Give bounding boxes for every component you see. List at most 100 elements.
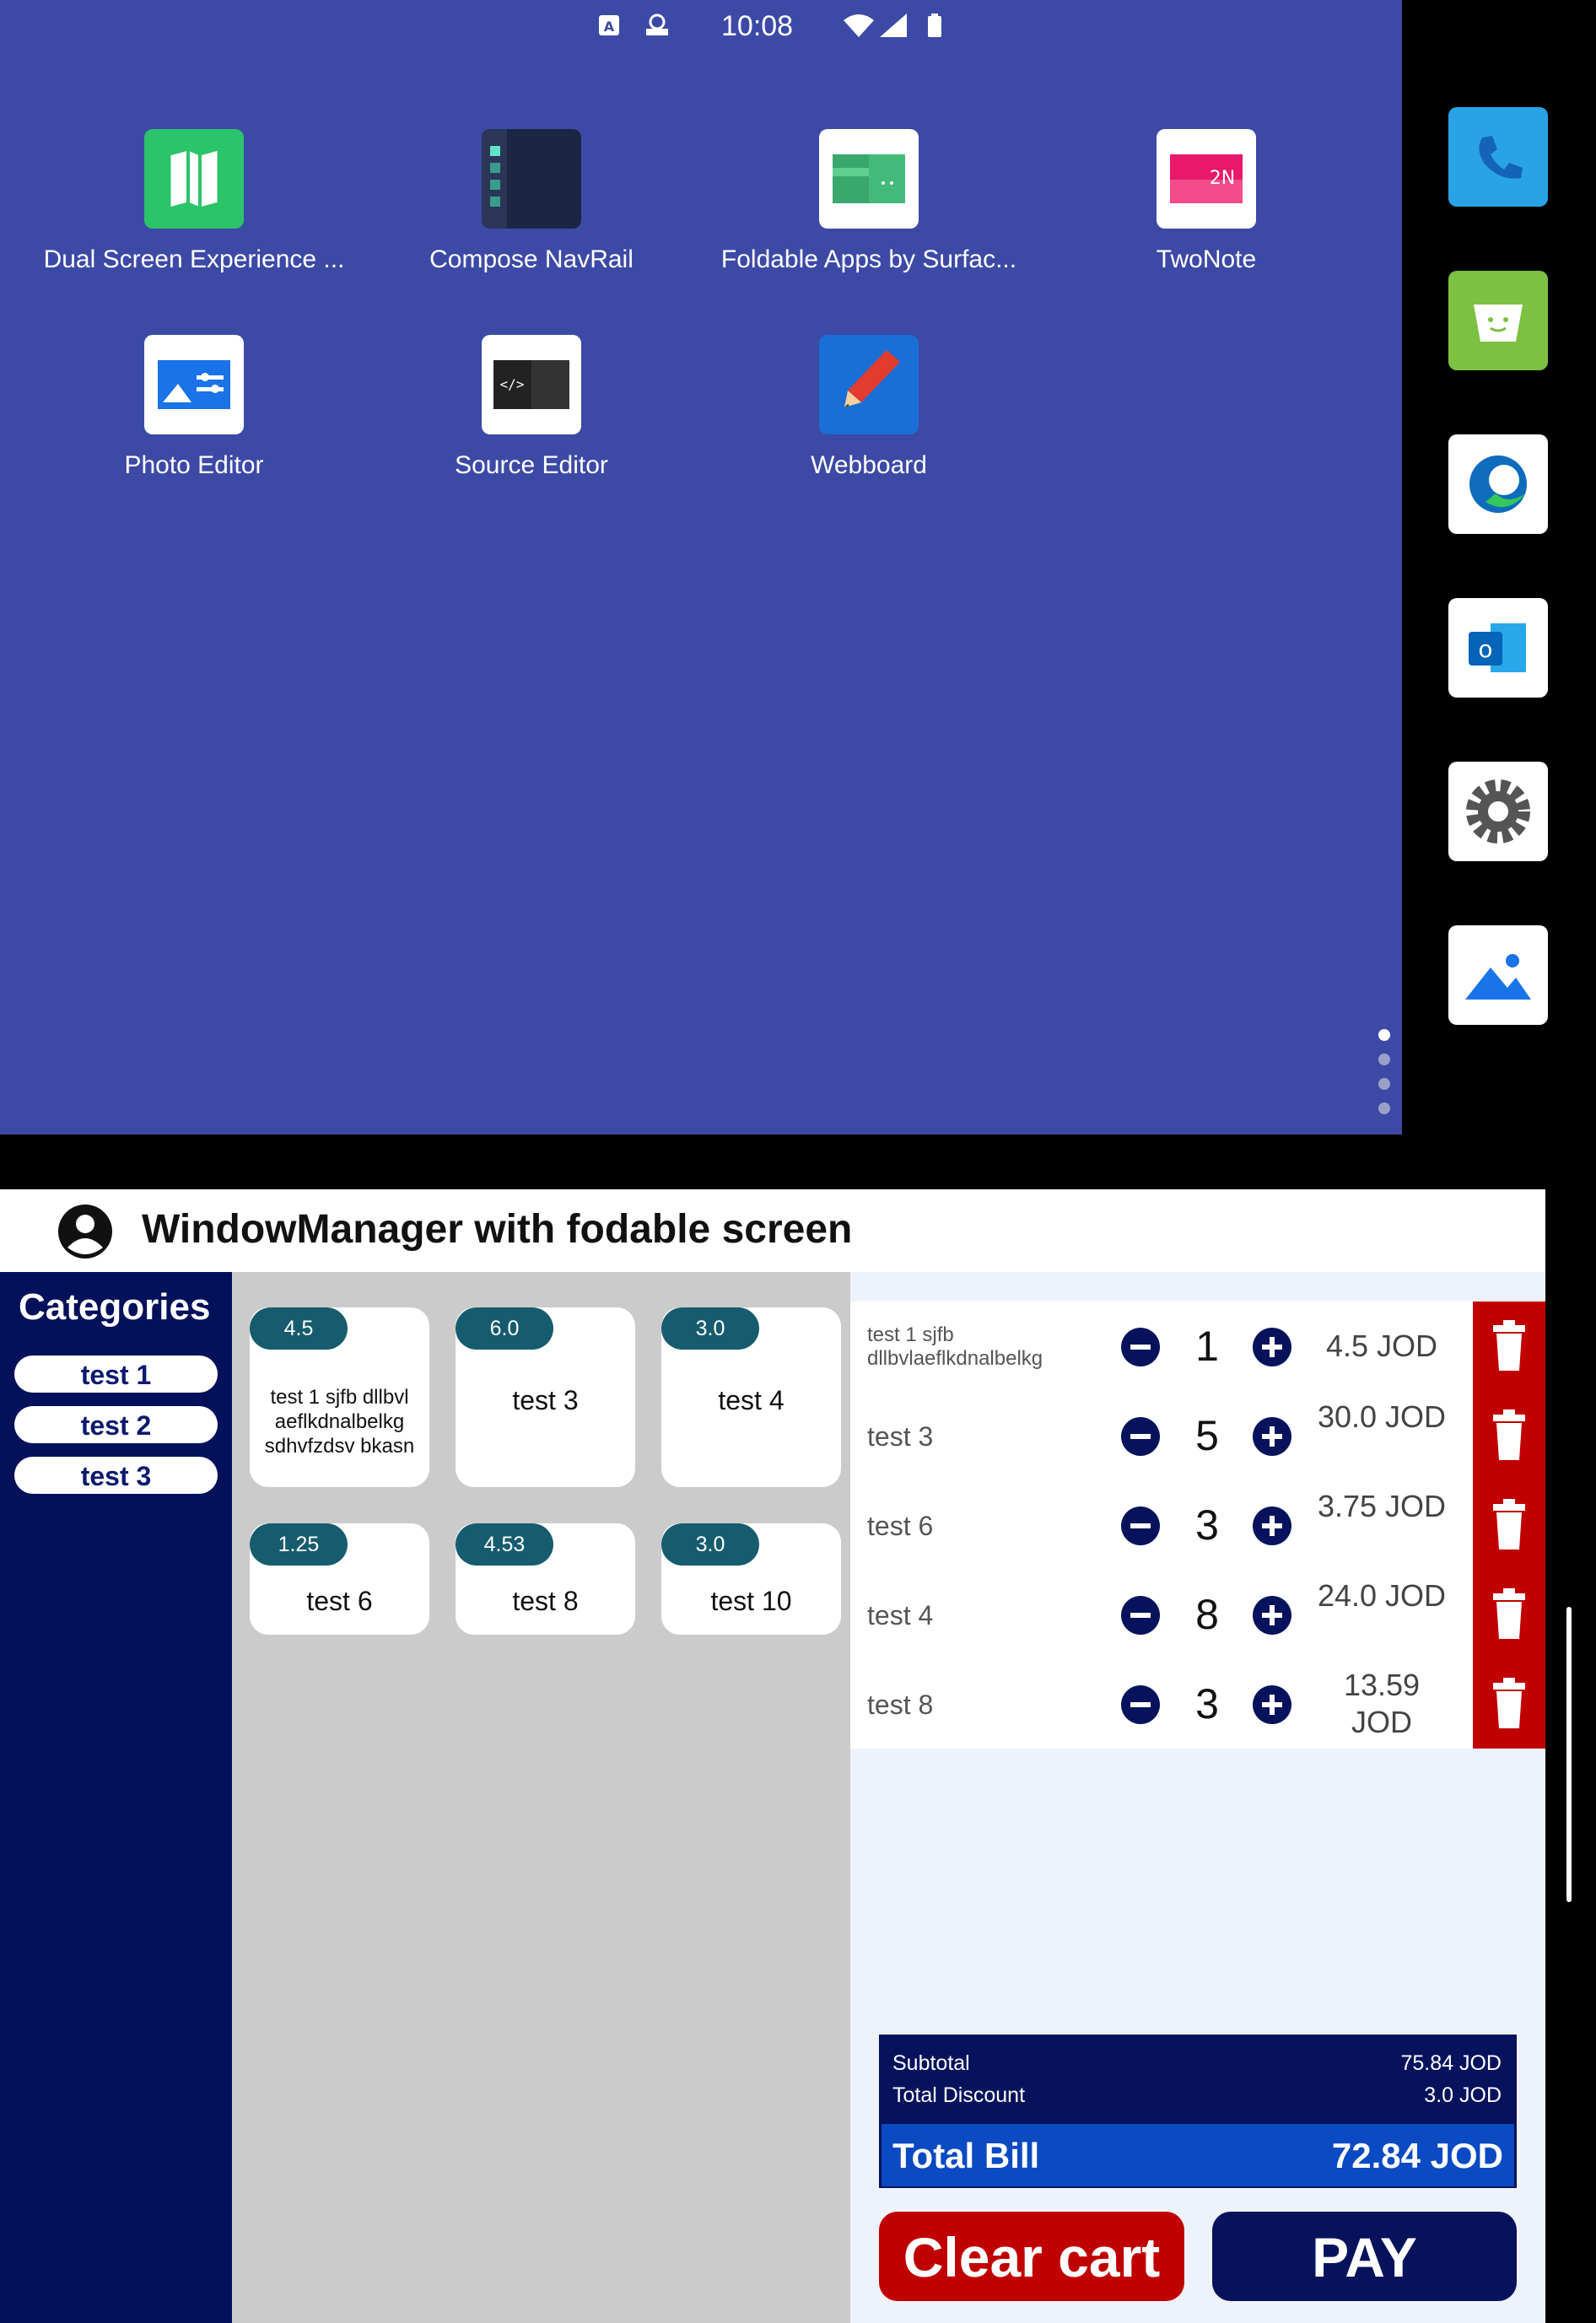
category-item[interactable]: test 1 <box>14 1356 218 1393</box>
increment-button[interactable] <box>1253 1328 1291 1366</box>
page-title: WindowManager with fodable screen <box>142 1207 853 1252</box>
map-icon <box>144 129 244 229</box>
increment-button[interactable] <box>1253 1685 1291 1724</box>
delete-item-button[interactable] <box>1473 1480 1545 1570</box>
cart-item-qty: 3 <box>1195 1501 1219 1549</box>
messages-icon[interactable] <box>1448 271 1548 370</box>
foldable-apps-icon <box>819 129 919 229</box>
product-card[interactable]: 1.25 test 6 <box>250 1523 429 1635</box>
app-label: TwoNote <box>1156 245 1257 273</box>
wifi-icon <box>844 14 874 37</box>
app-twonote[interactable]: 2N TwoNote <box>1038 129 1375 274</box>
categories-heading: Categories <box>19 1286 211 1328</box>
cart-item-qty: 8 <box>1195 1591 1219 1638</box>
app-webboard[interactable]: Webboard <box>700 335 1038 480</box>
app-foldable-apps[interactable]: Foldable Apps by Surfac... <box>700 129 1038 274</box>
product-card[interactable]: 3.0 test 10 <box>661 1523 841 1635</box>
edge-icon[interactable] <box>1448 434 1548 534</box>
app-label: Foldable Apps by Surfac... <box>720 245 1017 273</box>
product-name: test 3 <box>512 1385 579 1415</box>
app-label: Source Editor <box>455 451 608 479</box>
product-card[interactable]: 4.5 test 1 sjfb dllbvl aeflkdnalbelkg sd… <box>250 1307 429 1487</box>
delete-item-button[interactable] <box>1473 1391 1545 1480</box>
svg-text:A: A <box>604 19 615 35</box>
clear-cart-button[interactable]: Clear cart <box>879 2212 1184 2301</box>
trash-icon <box>1493 1499 1525 1550</box>
app-dual-screen-experience[interactable]: Dual Screen Experience ... <box>25 129 363 274</box>
increment-button[interactable] <box>1253 1417 1291 1456</box>
discount-label: Total Discount <box>892 2083 1026 2107</box>
discount-value: 3.0 JOD <box>1424 2083 1502 2107</box>
decrement-button[interactable] <box>1121 1417 1160 1456</box>
cart-item-name: test 1 sjfb dllbvlaeflkdnalbelkg <box>867 1323 1043 1370</box>
price-badge: 4.53 <box>456 1523 553 1566</box>
settings-icon[interactable] <box>1448 762 1548 861</box>
cart-item-name: test 4 <box>867 1600 934 1630</box>
svg-text:</>: </> <box>500 376 525 392</box>
decrement-button[interactable] <box>1121 1328 1160 1366</box>
cart-item-name: test 6 <box>867 1511 934 1541</box>
page-indicator-dot <box>1378 1102 1390 1114</box>
cart-item-price: 30.0 JOD <box>1317 1399 1447 1434</box>
phone-icon[interactable] <box>1448 107 1548 207</box>
app-label: Compose NavRail <box>429 245 634 273</box>
price-badge: 3.0 <box>661 1307 759 1350</box>
category-item[interactable]: test 3 <box>14 1457 218 1494</box>
decrement-button[interactable] <box>1121 1506 1160 1545</box>
price-badge: 3.0 <box>661 1523 759 1566</box>
app-label: Dual Screen Experience ... <box>43 245 345 273</box>
product-card[interactable]: 3.0 test 4 <box>661 1307 841 1487</box>
subtotal-value: 75.84 JOD <box>1400 2051 1502 2075</box>
cart-item-name: test 8 <box>867 1690 934 1720</box>
app-compose-navrail[interactable]: Compose NavRail <box>363 129 700 274</box>
cart-item-qty: 5 <box>1195 1412 1219 1459</box>
decrement-button[interactable] <box>1121 1685 1160 1724</box>
scrollbar[interactable] <box>1566 1607 1572 1902</box>
page-indicator-dot <box>1378 1054 1390 1065</box>
cart-item-price: 24.0 JOD <box>1317 1578 1447 1613</box>
pencil-icon <box>819 335 919 434</box>
keyboard-a-icon: A <box>599 15 619 35</box>
price-badge: 1.25 <box>250 1523 348 1566</box>
trash-icon <box>1493 1320 1525 1371</box>
category-item[interactable]: test 2 <box>14 1406 218 1443</box>
outlook-icon[interactable]: o <box>1448 598 1548 698</box>
delete-item-button[interactable] <box>1473 1302 1545 1391</box>
status-time: 10:08 <box>721 10 794 42</box>
product-name: test 10 <box>710 1586 792 1616</box>
cell-signal-icon <box>880 13 907 37</box>
gallery-icon[interactable] <box>1448 925 1548 1025</box>
cart-item-price: 4.5 JOD <box>1325 1329 1438 1363</box>
subtotal-label: Subtotal <box>892 2051 970 2075</box>
app-photo-editor[interactable]: Photo Editor <box>25 335 363 480</box>
photo-editor-icon <box>144 335 244 434</box>
twonote-icon: 2N <box>1157 129 1256 229</box>
total-value: 72.84 JOD <box>1331 2136 1503 2175</box>
page-indicator-dot <box>1378 1029 1390 1041</box>
robot-debug-icon <box>646 13 668 35</box>
source-editor-icon: </> <box>482 335 581 434</box>
product-card[interactable]: 4.53 test 8 <box>456 1523 635 1635</box>
delete-item-button[interactable] <box>1473 1659 1545 1749</box>
product-name: test 4 <box>718 1385 785 1415</box>
decrement-button[interactable] <box>1121 1596 1160 1635</box>
app-source-editor[interactable]: </> Source Editor <box>363 335 700 480</box>
delete-item-button[interactable] <box>1473 1570 1545 1659</box>
product-name: test 8 <box>512 1586 579 1616</box>
status-bar: A 10:08 <box>0 0 1402 51</box>
app-label: Webboard <box>811 451 927 479</box>
battery-icon <box>928 13 941 37</box>
increment-button[interactable] <box>1253 1596 1291 1635</box>
pay-button[interactable]: PAY <box>1212 2212 1517 2301</box>
cart-item-price: 3.75 JOD <box>1317 1489 1447 1523</box>
svg-text:o: o <box>1478 635 1492 663</box>
app-label: Photo Editor <box>124 451 264 479</box>
increment-button[interactable] <box>1253 1506 1291 1545</box>
product-name: test 1 sjfb dllbvl aeflkdnalbelkg sdhvfz… <box>264 1386 415 1458</box>
trash-icon <box>1493 1678 1525 1728</box>
product-card[interactable]: 6.0 test 3 <box>456 1307 635 1487</box>
trash-icon <box>1493 1409 1525 1460</box>
account-circle-icon[interactable] <box>56 1202 115 1261</box>
cart-item-qty: 1 <box>1195 1323 1219 1370</box>
cart-item-name: test 3 <box>867 1421 934 1452</box>
